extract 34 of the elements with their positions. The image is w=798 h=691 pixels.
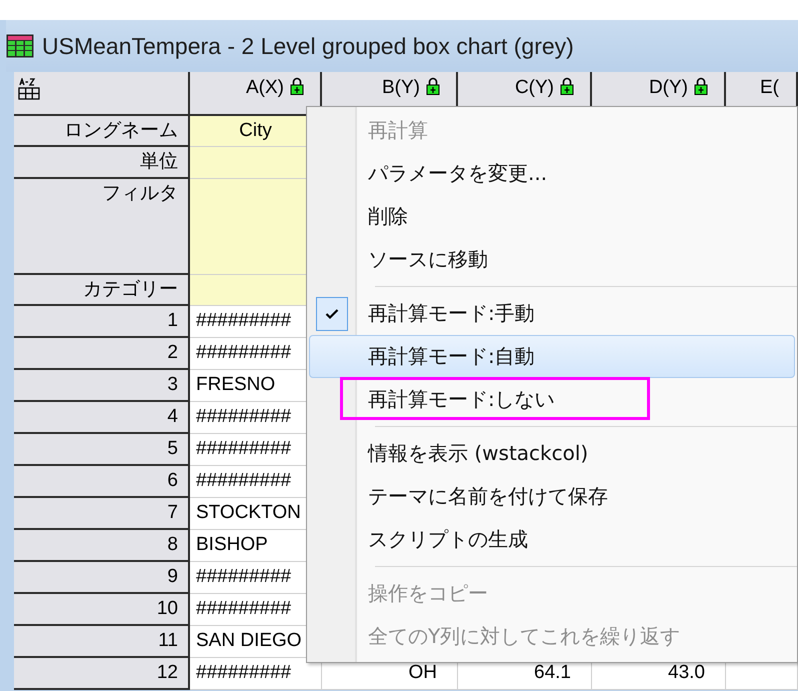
row-number[interactable]: 6 — [14, 466, 190, 498]
column-header[interactable]: A(X) — [190, 72, 322, 116]
menu-item[interactable]: 再計算モード:自動 — [309, 335, 795, 378]
row-number[interactable]: 11 — [14, 626, 190, 658]
row-number[interactable]: 4 — [14, 402, 190, 434]
menu-item[interactable]: パラメータを変更... — [309, 152, 795, 195]
column-label: C(Y) — [514, 77, 554, 99]
column-label: D(Y) — [648, 77, 688, 99]
menu-item[interactable]: 削除 — [309, 195, 795, 238]
padlock-icon — [426, 77, 440, 95]
row-number[interactable]: 8 — [14, 530, 190, 562]
corner-cell[interactable] — [14, 72, 190, 116]
row-label: ロングネーム — [14, 116, 190, 147]
padlock-icon — [694, 77, 708, 95]
row-label: カテゴリー — [14, 275, 190, 306]
worksheet-icon — [6, 34, 34, 58]
column-label: B(Y) — [382, 77, 420, 99]
sort-table-icon — [18, 78, 40, 100]
row-number[interactable]: 9 — [14, 562, 190, 594]
row-number[interactable]: 10 — [14, 594, 190, 626]
row-number[interactable]: 3 — [14, 370, 190, 402]
row-label: フィルタ — [14, 179, 190, 275]
row-number[interactable]: 12 — [14, 658, 190, 690]
padlock-icon — [560, 77, 574, 95]
row-number[interactable]: 7 — [14, 498, 190, 530]
column-label: E( — [760, 77, 779, 99]
padlock-icon — [290, 77, 304, 95]
window-title: USMeanTempera - 2 Level grouped box chart (grey) — [42, 32, 574, 60]
row-label: 単位 — [14, 147, 190, 179]
column-label: A(X) — [246, 77, 284, 99]
row-number[interactable]: 5 — [14, 434, 190, 466]
row-number[interactable]: 1 — [14, 306, 190, 338]
row-number[interactable]: 2 — [14, 338, 190, 370]
menu-item[interactable]: ソースに移動 — [309, 238, 795, 281]
